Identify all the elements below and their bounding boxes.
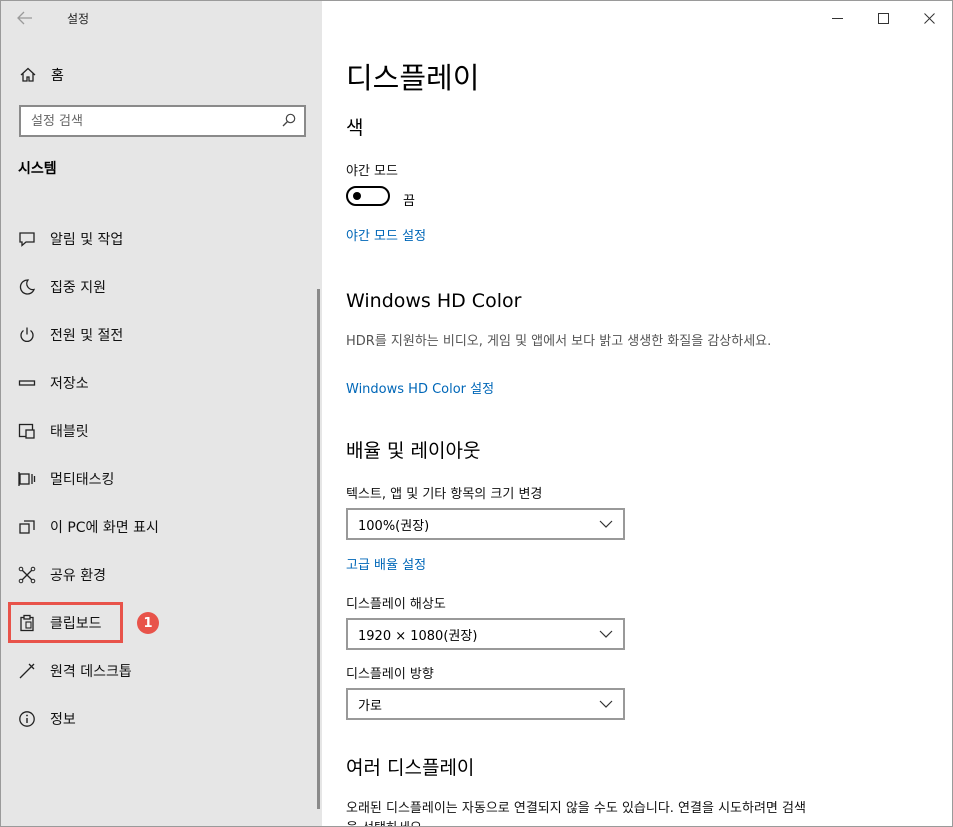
home-icon [19,66,37,84]
scale-layout-title: 배율 및 레이아웃 [346,440,481,462]
nav-list: 알림 및 작업 집중 지원 전원 및 절전 저장소 태블릿 멀티태스킹 이 PC… [1,215,322,743]
text-size-label: 텍스트, 앱 및 기타 항목의 크기 변경 [346,487,543,502]
chevron-down-icon [599,520,613,528]
search-input[interactable] [31,113,271,129]
sidebar-item-label: 알림 및 작업 [50,232,124,248]
sidebar-item-label: 집중 지원 [50,280,106,296]
text-size-dropdown[interactable]: 100%(권장) [346,508,625,540]
text-size-value: 100%(권장) [358,518,430,534]
sidebar-item-tablet[interactable]: 태블릿 [1,407,322,455]
section-title: 시스템 [18,161,57,177]
sidebar-item-label: 공유 환경 [50,568,106,584]
remote-desktop-icon [18,662,36,680]
sidebar-item-label: 태블릿 [50,424,89,440]
sidebar-item-power[interactable]: 전원 및 절전 [1,311,322,359]
chevron-down-icon [599,700,613,708]
window-controls [814,1,952,35]
color-section-title: 색 [346,117,364,139]
multitasking-icon [18,470,36,488]
clipboard-icon [18,614,36,632]
sidebar-item-label: 정보 [50,712,76,728]
multi-display-title: 여러 디스플레이 [346,757,475,779]
minimize-button[interactable] [814,1,860,35]
night-mode-settings-link[interactable]: 야간 모드 설정 [346,225,426,244]
search-box[interactable] [19,105,306,137]
home-label: 홈 [51,68,64,84]
sidebar-item-notifications[interactable]: 알림 및 작업 [1,215,322,263]
sidebar-item-focus-assist[interactable]: 집중 지원 [1,263,322,311]
share-icon [18,566,36,584]
sidebar-item-label: 멀티태스킹 [50,472,115,488]
sidebar-item-home[interactable]: 홈 [1,57,322,93]
orientation-value: 가로 [358,698,382,714]
toggle-knob [353,192,361,200]
info-icon [18,710,36,728]
sidebar-item-storage[interactable]: 저장소 [1,359,322,407]
sidebar-item-multitasking[interactable]: 멀티태스킹 [1,455,322,503]
settings-window: 설정 홈 시스템 알림 및 작업 [0,0,953,827]
sidebar-item-project[interactable]: 이 PC에 화면 표시 [1,503,322,551]
project-icon [18,518,36,536]
maximize-button[interactable] [860,1,906,35]
sidebar-item-label: 클립보드 [50,616,102,632]
sidebar-item-label: 전원 및 절전 [50,328,124,344]
sidebar-item-label: 이 PC에 화면 표시 [50,520,159,536]
app-title: 설정 [67,11,90,26]
toggle-state-label: 끔 [403,194,415,209]
hd-color-title: Windows HD Color [346,290,522,312]
multi-display-description: 오래된 디스플레이는 자동으로 연결되지 않을 수도 있습니다. 연결을 시도하… [346,801,806,826]
notification-icon [18,230,36,248]
step-badge: 1 [137,612,159,634]
night-mode-toggle[interactable] [346,186,390,206]
resolution-dropdown[interactable]: 1920 × 1080(권장) [346,618,625,650]
power-icon [18,326,36,344]
tablet-icon [18,422,36,440]
advanced-scaling-link[interactable]: 고급 배율 설정 [346,554,426,573]
sidebar-item-label: 저장소 [50,376,89,392]
sidebar-item-clipboard[interactable]: 클립보드 [1,599,322,647]
orientation-dropdown[interactable]: 가로 [346,688,625,720]
search-icon[interactable] [282,112,296,131]
moon-icon [18,278,36,296]
storage-icon [18,374,36,392]
sidebar-item-about[interactable]: 정보 [1,695,322,743]
resolution-value: 1920 × 1080(권장) [358,628,478,644]
hd-color-settings-link[interactable]: Windows HD Color 설정 [346,378,494,397]
resolution-label: 디스플레이 해상도 [346,597,446,612]
back-arrow-icon[interactable] [1,1,49,35]
sidebar-item-remote-desktop[interactable]: 원격 데스크톱 [1,647,322,695]
sidebar-item-share[interactable]: 공유 환경 [1,551,322,599]
close-button[interactable] [906,1,952,35]
sidebar-scrollbar[interactable] [317,289,320,809]
sidebar: 설정 홈 시스템 알림 및 작업 [1,1,322,826]
chevron-down-icon [599,630,613,638]
sidebar-item-label: 원격 데스크톱 [50,664,132,680]
hd-color-description: HDR를 지원하는 비디오, 게임 및 앱에서 보다 밝고 생생한 화질을 감상… [346,334,772,349]
page-title: 디스플레이 [346,61,480,95]
orientation-label: 디스플레이 방향 [346,667,434,682]
night-mode-label: 야간 모드 [346,164,398,179]
title-bar: 설정 [1,1,322,35]
